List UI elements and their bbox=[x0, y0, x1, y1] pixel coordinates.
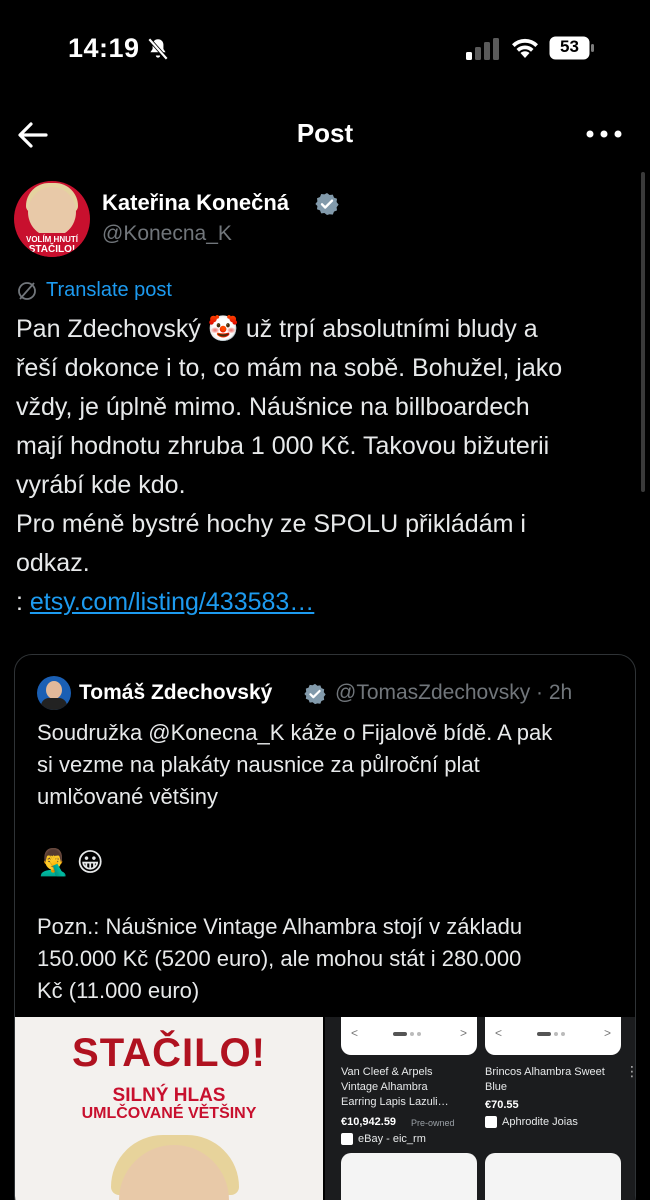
quote-note: Pozn.: Náušnice Vintage Alhambra stojí v… bbox=[37, 911, 627, 1007]
product-1-title-line3: Earring Lapis Lazuli… bbox=[341, 1096, 449, 1108]
quote-avatar-face bbox=[46, 681, 62, 699]
poster-title: STAČILO! bbox=[72, 1031, 266, 1075]
post-line: mají hodnotu zhruba 1 000 Kč. Takovou bi… bbox=[16, 432, 550, 460]
wifi-icon bbox=[512, 38, 538, 58]
quote-image-shopping-results[interactable]: < > < > Van Cleef & Arpels Vintage Alham… bbox=[325, 1017, 635, 1200]
product-2-menu-icon[interactable]: ⋮ bbox=[625, 1063, 635, 1080]
chevron-left-icon: < bbox=[351, 1026, 359, 1040]
etsy-link[interactable]: etsy.com/listing/433583… bbox=[30, 588, 314, 616]
post-line: vždy, je úplně mimo. Náušnice na billboa… bbox=[16, 393, 530, 421]
product-2-price: €70.55 bbox=[485, 1099, 519, 1111]
product-1-seller: eBay - eic_rm bbox=[341, 1133, 426, 1145]
quote-text: Soudružka @Konecna_K káže o Fijalově bíd… bbox=[37, 717, 627, 813]
product-image-bottom-2 bbox=[485, 1153, 621, 1200]
quote-image-poster[interactable]: STAČILO! SILNÝ HLAS UMLČOVANÉ VĚTŠINY bbox=[15, 1017, 323, 1200]
quoted-post-card[interactable]: Tomáš Zdechovský @TomasZdechovsky · 2h S… bbox=[14, 654, 636, 1200]
battery-indicator: 53 bbox=[549, 36, 595, 60]
verified-badge-icon bbox=[315, 193, 339, 215]
bell-muted-icon bbox=[147, 37, 169, 61]
translate-label: Translate post bbox=[46, 279, 172, 301]
seller-logo-icon bbox=[485, 1116, 497, 1128]
product-2-title: Brincos Alhambra Sweet Blue bbox=[485, 1065, 615, 1095]
product-2-title-line2: Blue bbox=[485, 1081, 508, 1093]
product-2-seller: Aphrodite Joias bbox=[485, 1116, 578, 1128]
post-text: Pan Zdechovský 🤡 už trpí absolutními blu… bbox=[16, 310, 636, 622]
post-line: řeší dokonce i to, co mám na sobě. Bohuž… bbox=[16, 354, 563, 382]
more-options-icon[interactable] bbox=[584, 124, 624, 144]
status-bar: 14:19 53 bbox=[0, 0, 650, 96]
quote-note-line: Pozn.: Náušnice Vintage Alhambra stojí v… bbox=[37, 914, 523, 939]
avatar-badge: VOLÍM HNUTÍ STAČILO! bbox=[14, 233, 90, 257]
quote-verified-badge-icon bbox=[304, 683, 326, 705]
author-name[interactable]: Kateřina Konečná bbox=[102, 190, 289, 216]
product-2-title-line1: Brincos Alhambra Sweet bbox=[485, 1066, 605, 1078]
product-1-title-line2: Vintage Alhambra bbox=[341, 1081, 428, 1093]
author-handle[interactable]: @Konecna_K bbox=[102, 222, 232, 246]
chevron-right-icon: > bbox=[459, 1026, 467, 1040]
post-line: Pan Zdechovský 🤡 už trpí absolutními blu… bbox=[16, 315, 538, 343]
quote-note-line: Kč (11.000 euro) bbox=[37, 978, 200, 1003]
product-1-price: €10,942.59 bbox=[341, 1116, 397, 1128]
quote-author-handle-time[interactable]: @TomasZdechovsky · 2h bbox=[335, 681, 572, 705]
page-title: Post bbox=[296, 118, 354, 148]
product-1-title: Van Cleef & Arpels Vintage Alhambra Earr… bbox=[341, 1065, 481, 1110]
post-line: vyrábí kde kdo. bbox=[16, 471, 186, 499]
carousel-dots-icon bbox=[393, 1032, 421, 1036]
quote-note-line: 150.000 Kč (5200 euro), ale mohou stát i… bbox=[37, 946, 522, 971]
quote-line: si vezme na plakáty nausnice za půlroční… bbox=[37, 752, 480, 777]
product-1-seller-name: eBay - eic_rm bbox=[358, 1133, 426, 1145]
seller-logo-icon bbox=[341, 1133, 353, 1145]
product-image-top-1: < > bbox=[341, 1017, 477, 1055]
quote-author-name[interactable]: Tomáš Zdechovský bbox=[79, 681, 272, 705]
post-link-line: : etsy.com/listing/433583… bbox=[16, 583, 636, 622]
product-1-condition: Pre-owned bbox=[411, 1118, 455, 1128]
battery-level: 53 bbox=[560, 37, 579, 56]
quote-line: Soudružka @Konecna_K káže o Fijalově bíd… bbox=[37, 720, 553, 745]
translate-icon bbox=[18, 281, 36, 300]
avatar-face bbox=[28, 187, 76, 237]
scrollbar[interactable] bbox=[641, 172, 645, 492]
chevron-right-icon: > bbox=[603, 1026, 611, 1040]
poster-subtitle-line1: SILNÝ HLAS bbox=[112, 1085, 226, 1106]
top-navigation: Post bbox=[0, 96, 650, 172]
product-image-bottom-1 bbox=[341, 1153, 477, 1200]
carousel-dots-icon bbox=[537, 1032, 565, 1036]
clock: 14:19 bbox=[68, 33, 140, 63]
link-prefix: : bbox=[16, 588, 30, 616]
product-2-seller-name: Aphrodite Joias bbox=[502, 1116, 578, 1128]
avatar-badge-line2: STAČILO! bbox=[28, 244, 76, 255]
cellular-signal-icon bbox=[466, 38, 499, 60]
quote-emoji: 🤦‍♂️ 😀 bbox=[37, 847, 104, 877]
chevron-left-icon: < bbox=[495, 1026, 503, 1040]
product-1-title-line1: Van Cleef & Arpels bbox=[341, 1066, 433, 1078]
quote-author-avatar[interactable] bbox=[37, 676, 71, 710]
post-line: odkaz. bbox=[16, 549, 90, 577]
author-avatar[interactable]: VOLÍM HNUTÍ STAČILO! bbox=[14, 181, 90, 257]
poster-subtitle-line2: UMLČOVANÉ VĚTŠINY bbox=[81, 1105, 257, 1122]
post-line: Pro méně bystré hochy ze SPOLU přikládám… bbox=[16, 510, 526, 538]
translate-post-link[interactable]: Translate post bbox=[16, 279, 172, 302]
quote-line: umlčované většiny bbox=[37, 784, 218, 809]
product-image-top-2: < > bbox=[485, 1017, 621, 1055]
quote-avatar-shoulders bbox=[41, 698, 67, 710]
